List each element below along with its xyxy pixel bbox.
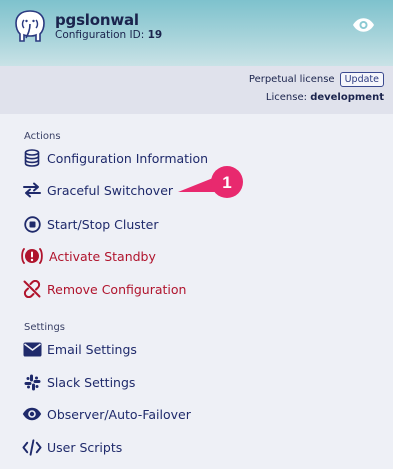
license-type: Perpetual license [248,74,335,85]
stop-circle-icon [22,214,42,234]
app-header: pgslonwal Configuration ID: 19 [0,0,393,66]
configuration-name: pgslonwal [55,11,139,29]
graceful-switchover-item[interactable]: Graceful Switchover [22,179,173,201]
remove-configuration-label: Remove Configuration [47,281,187,297]
license-value: development [310,92,384,103]
activate-standby-label: Activate Standby [49,248,156,264]
step-callout-marker: 1 [178,166,243,198]
database-icon [22,148,42,168]
unlink-icon [22,279,42,299]
email-settings-item[interactable]: Email Settings [22,338,137,360]
activate-standby-item[interactable]: Activate Standby [20,245,156,267]
start-stop-cluster-item[interactable]: Start/Stop Cluster [22,213,159,235]
user-scripts-label: User Scripts [47,439,123,455]
license-label: License: [265,92,307,103]
user-scripts-item[interactable]: User Scripts [22,436,122,458]
start-stop-cluster-label: Start/Stop Cluster [47,216,159,232]
config-id-value: 19 [147,29,163,41]
settings-section-title: Settings [24,322,66,333]
slack-settings-item[interactable]: Slack Settings [22,371,135,393]
eye-icon [22,404,42,424]
code-icon [22,437,42,457]
update-license-button[interactable]: Update [339,72,384,87]
slack-settings-label: Slack Settings [47,374,136,390]
configuration-id: Configuration ID: 19 [55,29,162,41]
postgres-elephant-icon [15,10,45,42]
remove-configuration-item[interactable]: Remove Configuration [22,278,186,300]
envelope-icon [22,339,42,359]
observer-auto-failover-label: Observer/Auto-Failover [47,406,191,422]
eye-icon[interactable] [352,17,375,33]
actions-section-title: Actions [24,131,61,142]
observer-auto-failover-item[interactable]: Observer/Auto-Failover [22,403,191,425]
config-id-label: Configuration ID: [55,29,145,41]
step-callout-number: 1 [222,173,231,192]
email-settings-label: Email Settings [47,341,137,357]
slack-icon [22,372,42,392]
license-type-row: Perpetual license Update [249,72,384,87]
alert-icon [20,246,44,266]
graceful-switchover-label: Graceful Switchover [47,182,174,198]
license-value-row: License: development [266,92,384,103]
switch-arrows-icon [22,180,42,200]
